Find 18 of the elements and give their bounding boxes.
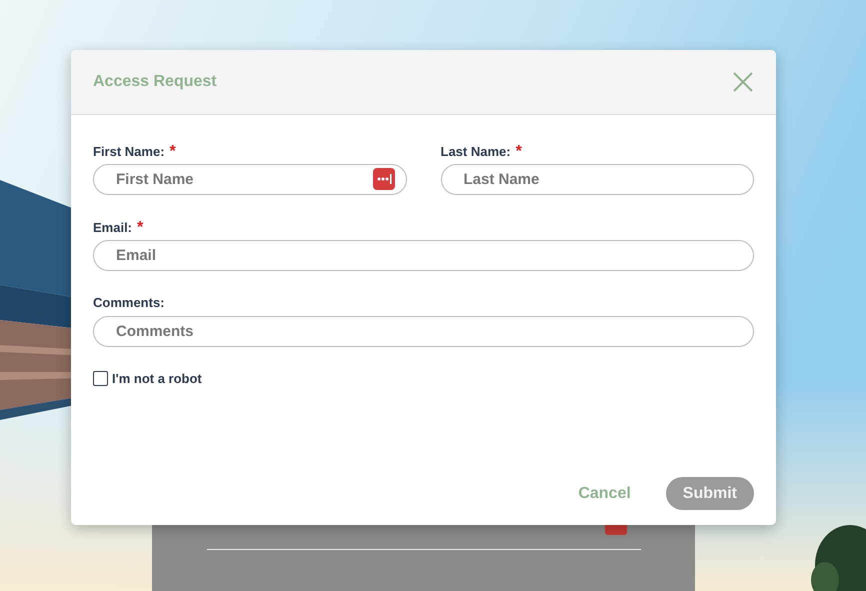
- field-label: Last Name:: [440, 144, 511, 159]
- field-label: First Name:: [93, 144, 165, 159]
- field-label: Comments:: [93, 295, 165, 310]
- required-mark: *: [516, 143, 522, 161]
- input-field[interactable]: First Name: [93, 164, 406, 195]
- password-manager-icon[interactable]: [372, 168, 394, 190]
- required-mark: *: [170, 143, 176, 161]
- required-mark: *: [137, 219, 144, 237]
- field-label: Email:: [93, 220, 132, 235]
- input-field[interactable]: Email: [93, 240, 754, 271]
- input-field[interactable]: Last Name: [440, 164, 754, 195]
- dialog-title: Access Request: [93, 73, 217, 91]
- checkbox[interactable]: [93, 371, 108, 386]
- checkbox-label: I'm not a robot: [112, 371, 202, 386]
- close-icon: [732, 71, 754, 93]
- password-manager-icon: [605, 525, 627, 535]
- cancel-button[interactable]: Cancel: [561, 477, 648, 510]
- input-field[interactable]: Comments: [93, 316, 754, 347]
